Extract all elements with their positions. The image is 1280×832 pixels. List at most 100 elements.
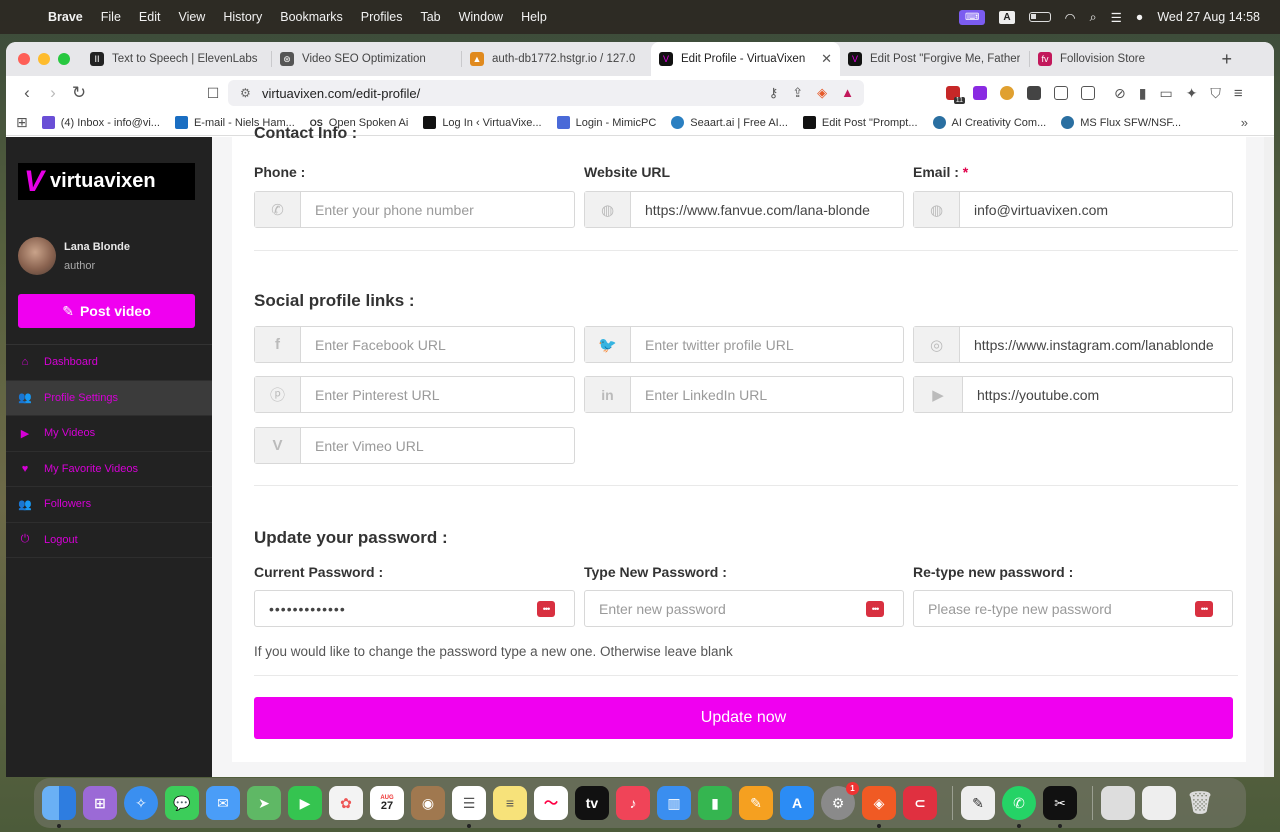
spotlight-search-icon[interactable]: ⌕ <box>1090 10 1097 25</box>
sidebar-item-dashboard[interactable]: ⌂ Dashboard <box>6 345 212 381</box>
extension-icon[interactable] <box>973 86 987 100</box>
instagram-input[interactable] <box>960 327 1232 362</box>
input-source-indicator[interactable]: A <box>999 10 1015 24</box>
linkedin-input[interactable] <box>631 377 903 412</box>
password-manager-icon[interactable]: ••• <box>537 600 555 617</box>
numbers-icon[interactable]: ▮ <box>698 786 732 820</box>
sidebar-item-favorite-videos[interactable]: ♥ My Favorite Videos <box>6 452 212 487</box>
keyboard-viewer-icon[interactable]: ⌨ <box>958 9 986 25</box>
keynote-icon[interactable]: ▥ <box>657 786 691 820</box>
app-menu[interactable]: Brave <box>48 10 83 24</box>
music-icon[interactable]: ♪ <box>616 786 650 820</box>
bookmark-icon[interactable]: ☐ <box>200 85 226 102</box>
menu-window[interactable]: Window <box>459 10 503 24</box>
photos-icon[interactable]: ✿ <box>329 786 363 820</box>
bookmark-item[interactable]: (4) Inbox - info@vi... <box>41 116 160 129</box>
battery-icon[interactable] <box>1028 12 1051 22</box>
browser-tab[interactable]: ⊛ Video SEO Optimization <box>272 42 461 76</box>
brave-browser-icon[interactable]: ◈ <box>862 786 896 828</box>
vpn-icon[interactable]: ⛉ <box>1210 85 1221 102</box>
browser-tab[interactable]: ▲ auth-db1772.hstgr.io / 127.0 <box>462 42 651 76</box>
textedit-icon[interactable]: ✎ <box>961 786 995 820</box>
brave-rewards-icon[interactable]: ▲ <box>841 85 854 101</box>
menu-view[interactable]: View <box>178 10 205 24</box>
calendar-icon[interactable]: AUG 27 <box>370 786 404 820</box>
page-scrollbar[interactable] <box>1264 137 1274 777</box>
menu-bookmarks[interactable]: Bookmarks <box>280 10 343 24</box>
browser-tab-active[interactable]: V Edit Profile - VirtuaVixen ✕ <box>651 42 840 76</box>
current-password-input[interactable] <box>255 591 537 626</box>
extension-icon[interactable] <box>1054 86 1068 100</box>
share-icon[interactable]: ⇪ <box>792 85 803 101</box>
notes-icon[interactable]: ≡ <box>493 786 527 820</box>
key-icon[interactable]: ⚷ <box>769 85 779 101</box>
pages-icon[interactable]: ✎ <box>739 786 773 820</box>
retype-password-input[interactable] <box>914 591 1195 626</box>
sidebar-toggle-icon[interactable]: ▮ <box>1139 85 1147 102</box>
maps-icon[interactable]: ➤ <box>247 786 281 820</box>
menu-icon[interactable]: ≡ <box>1234 85 1243 102</box>
wifi-icon[interactable]: ◠ <box>1065 10 1076 25</box>
menu-edit[interactable]: Edit <box>139 10 161 24</box>
vimeo-input[interactable] <box>301 428 574 463</box>
site-settings-icon[interactable]: ⚙ <box>240 86 251 100</box>
site-logo[interactable]: V virtuavixen <box>18 163 195 200</box>
bookmark-item[interactable]: Log In ‹ VirtuaVixe... <box>423 116 542 129</box>
sidebar-item-my-videos[interactable]: ▶ My Videos <box>6 416 212 452</box>
extension-icon[interactable] <box>1081 86 1095 100</box>
mail-icon[interactable]: ✉ <box>206 786 240 820</box>
bookmark-item[interactable]: MS Flux SFW/NSF... <box>1061 116 1181 129</box>
new-tab-icon[interactable]: + <box>1221 49 1232 70</box>
eyedropper-icon[interactable] <box>1027 86 1041 100</box>
update-now-button[interactable]: Update now <box>254 697 1233 739</box>
sidebar-item-profile-settings[interactable]: 👥 Profile Settings <box>6 380 212 416</box>
menu-help[interactable]: Help <box>521 10 547 24</box>
menu-file[interactable]: File <box>101 10 121 24</box>
freeform-icon[interactable]: 〜 <box>534 786 568 820</box>
finder-icon[interactable] <box>42 786 76 828</box>
capcut-icon[interactable]: ✂ <box>1043 786 1077 828</box>
facebook-input[interactable] <box>301 327 574 362</box>
bookmark-item[interactable]: Edit Post "Prompt... <box>802 116 918 129</box>
apple-tv-icon[interactable]: tv <box>575 786 609 820</box>
more-bookmarks-icon[interactable]: » <box>1241 115 1248 130</box>
apps-grid-icon[interactable]: ⊞ <box>16 114 28 131</box>
messages-icon[interactable]: 💬 <box>165 786 199 820</box>
control-center-icon[interactable]: ☰ <box>1111 10 1122 25</box>
launchpad-icon[interactable]: ⊞ <box>83 786 117 820</box>
extension-icon[interactable] <box>1000 86 1014 100</box>
menu-profiles[interactable]: Profiles <box>361 10 403 24</box>
url-text[interactable]: virtuavixen.com/edit-profile/ <box>262 86 420 101</box>
bookmark-item[interactable]: Seaart.ai | Free AI... <box>671 116 788 129</box>
wallet-icon[interactable]: ▭ <box>1159 85 1172 102</box>
ai-sparkle-icon[interactable]: ✦ <box>1186 85 1198 102</box>
app-store-icon[interactable]: A <box>780 786 814 820</box>
documents-stack-icon[interactable] <box>1142 786 1176 820</box>
minimize-window-button[interactable] <box>38 53 50 65</box>
phone-input[interactable] <box>301 192 574 227</box>
close-window-button[interactable] <box>18 53 30 65</box>
back-icon[interactable]: ‹ <box>14 83 40 103</box>
bookmark-item[interactable]: AI Creativity Com... <box>932 116 1046 129</box>
forward-icon[interactable]: › <box>40 83 66 103</box>
address-bar[interactable]: ⚙ virtuavixen.com/edit-profile/ ⚷ ⇪ ◈ ▲ <box>228 80 864 106</box>
siri-icon[interactable]: ● <box>1136 10 1144 24</box>
menu-bar-clock[interactable]: Wed 27 Aug 14:58 <box>1157 10 1260 24</box>
sidebar-item-followers[interactable]: 👥 Followers <box>6 487 212 523</box>
browser-tab[interactable]: V Edit Post "Forgive Me, Father <box>840 42 1029 76</box>
zoom-window-button[interactable] <box>58 53 70 65</box>
website-input[interactable] <box>631 192 903 227</box>
menu-history[interactable]: History <box>223 10 262 24</box>
new-password-input[interactable] <box>585 591 866 626</box>
password-manager-icon[interactable]: ••• <box>866 600 884 617</box>
password-manager-icon[interactable]: ••• <box>1195 600 1213 617</box>
twitter-input[interactable] <box>631 327 903 362</box>
youtube-input[interactable] <box>963 377 1232 412</box>
app-icon[interactable]: ⊂ <box>903 786 937 820</box>
contacts-icon[interactable]: ◉ <box>411 786 445 820</box>
brave-shields-icon[interactable]: ◈ <box>817 85 827 101</box>
browser-tab[interactable]: II Text to Speech | ElevenLabs <box>82 42 271 76</box>
reload-icon[interactable]: ↻ <box>66 83 92 103</box>
pinterest-input[interactable] <box>301 377 574 412</box>
browser-tab[interactable]: fv Follovision Store <box>1030 42 1219 76</box>
